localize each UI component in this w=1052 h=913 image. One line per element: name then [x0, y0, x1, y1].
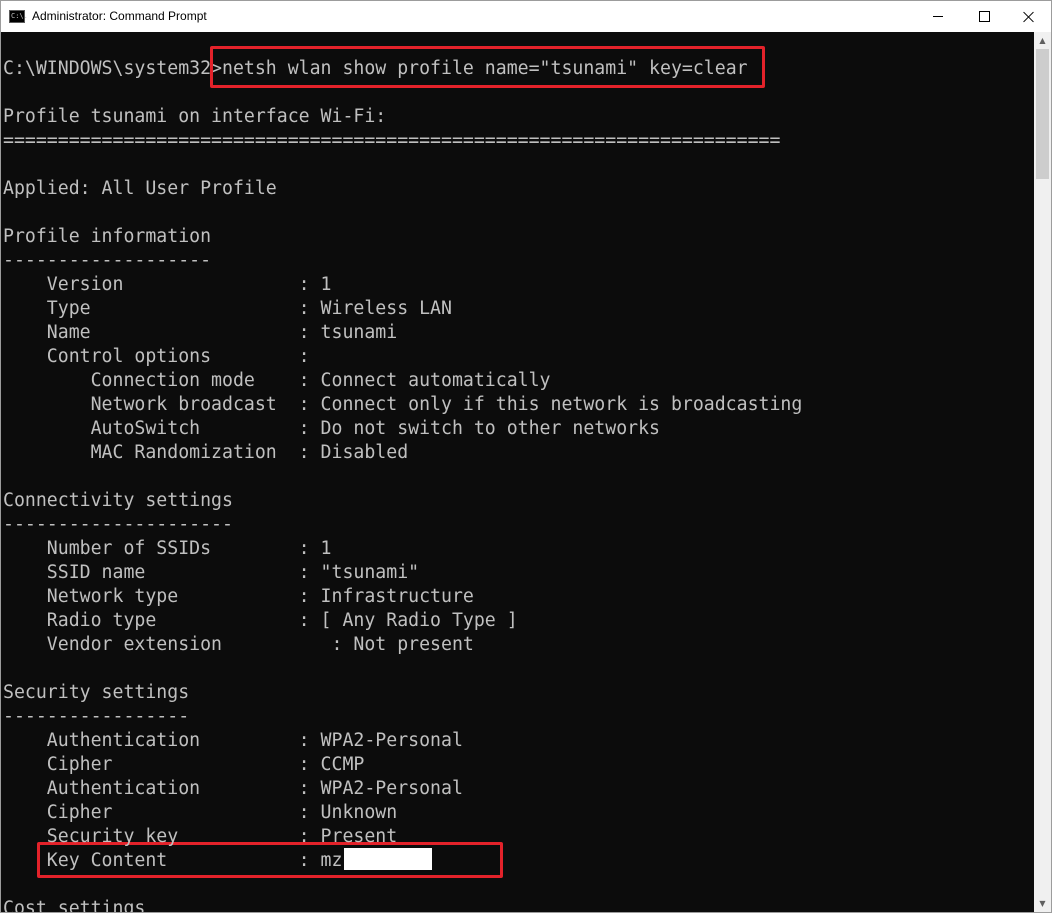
scroll-up-arrow-icon[interactable]: ▲	[1034, 32, 1051, 49]
console-line: Network type : Infrastructure	[3, 586, 474, 607]
console-line: Type : Wireless LAN	[3, 298, 452, 319]
console-line: -----------------	[3, 706, 190, 727]
console-line: Radio type : [ Any Radio Type ]	[3, 610, 518, 631]
scroll-down-arrow-icon[interactable]: ▼	[1034, 895, 1051, 912]
console-line: Authentication : WPA2-Personal	[3, 730, 463, 751]
minimize-icon	[933, 16, 943, 17]
console-line: Network broadcast : Connect only if this…	[3, 394, 803, 415]
console-line: Cipher : CCMP	[3, 754, 365, 775]
console-line: Name : tsunami	[3, 322, 398, 343]
console-line: Number of SSIDs : 1	[3, 538, 332, 559]
redacted-key-block	[344, 848, 432, 870]
close-icon	[1023, 11, 1035, 23]
console-line: Version : 1	[3, 274, 332, 295]
console-line: Cost settings	[3, 898, 146, 912]
maximize-icon	[978, 11, 990, 22]
console-line: ---------------------	[3, 514, 233, 535]
console-line: -------------------	[3, 250, 212, 271]
vertical-scrollbar[interactable]: ▲ ▼	[1034, 32, 1051, 912]
window-title: Administrator: Command Prompt	[32, 9, 207, 23]
console-line: Control options :	[3, 346, 310, 367]
command-highlight-box	[210, 46, 765, 88]
console-line: Applied: All User Profile	[3, 178, 277, 199]
prompt: C:\WINDOWS\system32>	[3, 58, 222, 79]
minimize-button[interactable]	[915, 1, 961, 32]
console-line: ========================================…	[3, 130, 781, 151]
console-line: Connectivity settings	[3, 490, 233, 511]
console-line: Authentication : WPA2-Personal	[3, 778, 463, 799]
command-prompt-icon[interactable]: C:\.	[9, 10, 28, 23]
console-line: Vendor extension : Not present	[3, 634, 474, 655]
command-prompt-icon-label: C:\.	[11, 12, 28, 20]
console-line: Profile information	[3, 226, 212, 247]
console-line: MAC Randomization : Disabled	[3, 442, 409, 463]
console-line: AutoSwitch : Do not switch to other netw…	[3, 418, 660, 439]
console-line: Key Content : mz	[3, 850, 343, 871]
maximize-button[interactable]	[961, 1, 1007, 32]
console-line: SSID name : "tsunami"	[3, 562, 420, 583]
console-line: Security settings	[3, 682, 190, 703]
console-line: Cipher : Unknown	[3, 802, 398, 823]
scrollbar-thumb[interactable]	[1036, 49, 1049, 179]
console-output[interactable]: C:\WINDOWS\system32>netsh wlan show prof…	[1, 32, 1034, 912]
console-line: Connection mode : Connect automatically	[3, 370, 551, 391]
title-bar[interactable]: C:\. Administrator: Command Prompt	[1, 1, 1051, 32]
console-line: Profile tsunami on interface Wi-Fi:	[3, 106, 387, 127]
console-line: Security key : Present	[3, 826, 398, 847]
command-prompt-window: C:\. Administrator: Command Prompt C:\WI…	[0, 0, 1052, 913]
close-button[interactable]	[1006, 1, 1052, 32]
